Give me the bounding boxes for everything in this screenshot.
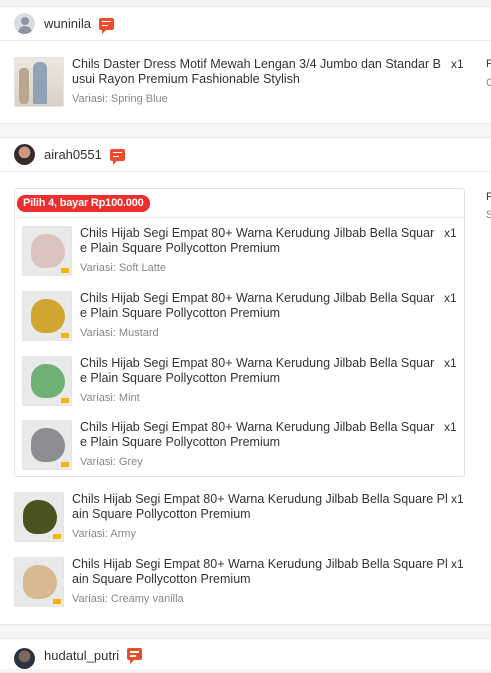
- buyer-username[interactable]: wuninila: [44, 16, 91, 31]
- product-variant: Variasi: Mint: [80, 392, 140, 404]
- bundle-deal-tag: Pilih 4, bayar Rp100.000: [17, 195, 150, 212]
- chat-icon[interactable]: [127, 648, 143, 664]
- avatar[interactable]: [14, 648, 35, 669]
- product-quantity: x1: [451, 492, 464, 506]
- product-quantity: x1: [444, 291, 457, 305]
- product-variant: Variasi: Mustard: [80, 327, 159, 339]
- product-quantity: x1: [451, 57, 464, 71]
- side-column-sub: C: [486, 77, 491, 89]
- order-card: hudatul_putri: [0, 638, 491, 673]
- product-name: Chils Hijab Segi Empat 80+ Warna Kerudun…: [80, 356, 435, 385]
- avatar[interactable]: [14, 13, 35, 34]
- product-item: Chils Hijab Segi Empat 80+ Warna Kerudun…: [22, 226, 438, 276]
- product-item: Chils Hijab Segi Empat 80+ Warna Kerudun…: [22, 356, 438, 406]
- order-card: airah0551 Pilih 4, bayar Rp100.000 Chils…: [0, 137, 491, 625]
- product-variant: Variasi: Soft Latte: [80, 262, 167, 274]
- product-variant: Variasi: Grey: [80, 456, 143, 468]
- product-item: Chils Daster Dress Motif Mewah Lengan 3/…: [14, 57, 444, 107]
- product-thumbnail: [22, 226, 72, 276]
- product-item: Chils Hijab Segi Empat 80+ Warna Kerudun…: [22, 291, 438, 341]
- order-header: airah0551: [0, 138, 491, 172]
- product-name: Chils Hijab Segi Empat 80+ Warna Kerudun…: [80, 291, 435, 320]
- product-thumbnail: [14, 57, 64, 107]
- product-thumbnail: [14, 492, 64, 542]
- product-quantity: x1: [444, 420, 457, 434]
- buyer-username[interactable]: airah0551: [44, 147, 102, 162]
- product-item: Chils Hijab Segi Empat 80+ Warna Kerudun…: [22, 420, 438, 470]
- product-variant: Variasi: Creamy vanilla: [72, 593, 184, 605]
- product-variant: Variasi: Army: [72, 528, 136, 540]
- product-name: Chils Daster Dress Motif Mewah Lengan 3/…: [72, 57, 441, 86]
- product-name: Chils Hijab Segi Empat 80+ Warna Kerudun…: [72, 492, 448, 521]
- product-quantity: x1: [444, 356, 457, 370]
- product-item: Chils Hijab Segi Empat 80+ Warna Kerudun…: [14, 492, 452, 542]
- avatar[interactable]: [14, 144, 35, 165]
- order-header: hudatul_putri: [0, 639, 491, 673]
- product-name: Chils Hijab Segi Empat 80+ Warna Kerudun…: [72, 557, 448, 586]
- side-column-label: F: [486, 58, 491, 70]
- side-column-label: F: [486, 191, 491, 203]
- product-quantity: x1: [444, 226, 457, 240]
- product-thumbnail: [22, 356, 72, 406]
- product-variant: Variasi: Spring Blue: [72, 93, 168, 105]
- chat-icon[interactable]: [98, 17, 114, 34]
- product-thumbnail: [22, 291, 72, 341]
- side-column-sub: S: [486, 209, 491, 221]
- product-quantity: x1: [451, 557, 464, 571]
- order-header: wuninila: [0, 7, 491, 41]
- product-name: Chils Hijab Segi Empat 80+ Warna Kerudun…: [80, 226, 435, 255]
- product-item: Chils Hijab Segi Empat 80+ Warna Kerudun…: [14, 557, 452, 607]
- order-card: wuninila Chils Daster Dress Motif Mewah …: [0, 6, 491, 124]
- product-thumbnail: [14, 557, 64, 607]
- product-thumbnail: [22, 420, 72, 470]
- product-name: Chils Hijab Segi Empat 80+ Warna Kerudun…: [80, 420, 435, 449]
- bundle-deal-group: Pilih 4, bayar Rp100.000 Chils Hijab Seg…: [14, 188, 465, 477]
- chat-icon[interactable]: [109, 148, 125, 165]
